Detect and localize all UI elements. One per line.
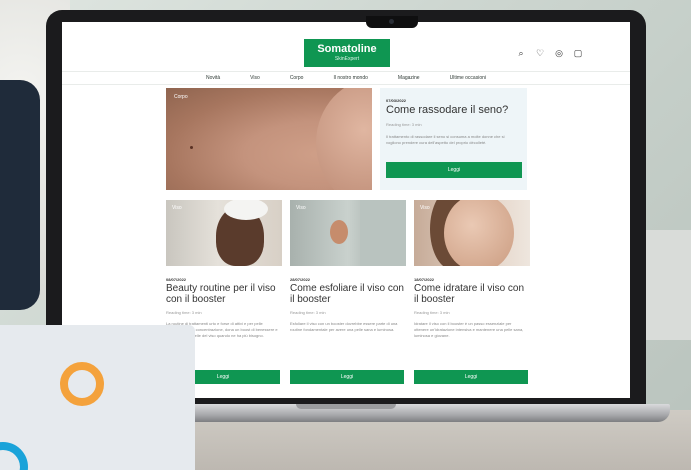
hero-date: 07/03/2022 (386, 98, 407, 103)
card-date: 28/07/2022 (290, 277, 311, 282)
nav-item-novita[interactable]: Novità (206, 75, 220, 81)
card-image[interactable]: Viso (414, 200, 530, 266)
camera-notch (366, 16, 418, 28)
orange-ring-icon (60, 362, 104, 406)
hero-read-button[interactable]: Leggi (386, 162, 522, 178)
main-nav: Novità Viso Corpo Il nostro mondo Magazi… (62, 71, 630, 85)
nav-item-corpo[interactable]: Corpo (290, 75, 304, 81)
hero-title[interactable]: Come rassodare il seno? (386, 104, 508, 116)
hero-description: Il trattamento di rassodare il seno si c… (386, 134, 505, 145)
article-card: Viso 18/07/2022 Come idratare il viso co… (414, 200, 530, 390)
card-title[interactable]: Come esfoliare il viso con il booster (290, 283, 406, 305)
card-title[interactable]: Come idratare il viso con il booster (414, 283, 530, 305)
hero-image[interactable]: Corpo (166, 88, 372, 190)
card-tag: Viso (296, 205, 306, 211)
brand-tagline: SkinExpert (334, 56, 360, 62)
phone-edge (0, 80, 40, 310)
site-header: Somatoline SkinExpert ⌕ ♡ ◎ ▢ (62, 22, 630, 70)
laptop-opening-notch (296, 404, 396, 409)
card-description: Idratare il viso con il booster è un pas… (414, 321, 524, 338)
model-face (444, 200, 514, 266)
mirror (360, 200, 406, 266)
nav-item-ultime-occasioni[interactable]: Ultime occasioni (450, 75, 486, 81)
model-face (330, 220, 348, 244)
card-date: 18/07/2022 (414, 277, 435, 282)
bag-icon[interactable]: ▢ (573, 48, 583, 58)
article-card: Viso 28/07/2022 Come esfoliare il viso c… (290, 200, 406, 390)
heart-icon[interactable]: ♡ (535, 48, 545, 58)
card-reading-time: Reading time: 3 min (166, 310, 202, 315)
card-reading-time: Reading time: 3 min (290, 310, 326, 315)
brand-name: Somatoline (317, 43, 377, 55)
card-description: Esfoliare il viso con un booster dovrebb… (290, 321, 398, 332)
card-image[interactable]: Viso (290, 200, 406, 266)
search-icon[interactable]: ⌕ (516, 48, 526, 58)
card-reading-time: Reading time: 3 min (414, 310, 450, 315)
nav-item-il-nostro-mondo[interactable]: Il nostro mondo (333, 75, 367, 81)
hero-reading-time: Reading time: 3 min (386, 122, 422, 127)
card-image[interactable]: Viso (166, 200, 282, 266)
card-title[interactable]: Beauty routine per il viso con il booste… (166, 283, 282, 305)
user-icon[interactable]: ◎ (554, 48, 564, 58)
brand-logo[interactable]: Somatoline SkinExpert (304, 39, 390, 67)
hero-panel: 07/03/2022 Come rassodare il seno? Readi… (380, 88, 527, 190)
nav-item-viso[interactable]: Viso (250, 75, 260, 81)
nav-item-magazine[interactable]: Magazine (398, 75, 420, 81)
skin-detail (190, 146, 193, 149)
card-read-button[interactable]: Leggi (290, 370, 404, 384)
header-icons: ⌕ ♡ ◎ ▢ (516, 48, 583, 58)
towel (224, 200, 268, 220)
card-tag: Viso (420, 205, 430, 211)
hero-tag: Corpo (174, 94, 188, 100)
card-date: 08/07/2022 (166, 277, 187, 282)
card-tag: Viso (172, 205, 182, 211)
card-read-button[interactable]: Leggi (414, 370, 528, 384)
